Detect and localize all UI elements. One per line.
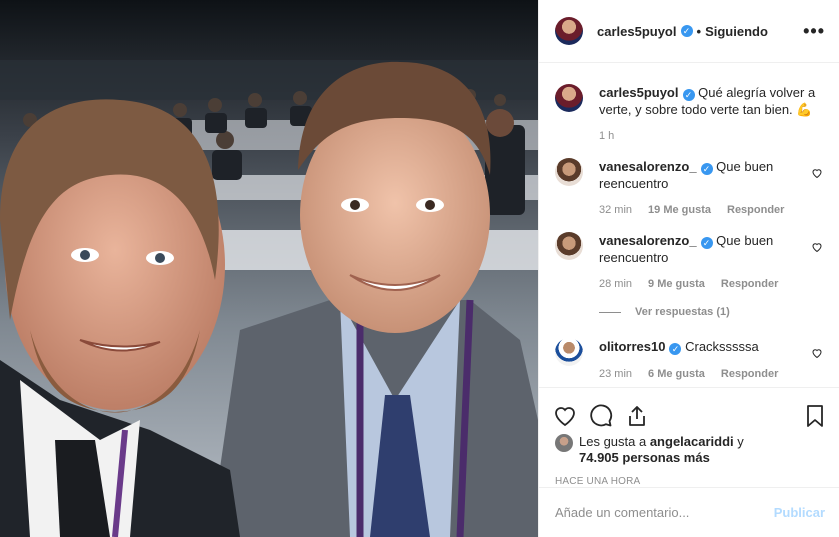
comment-meta: 28 min 9 Me gusta Responder [599, 278, 817, 290]
reply-button[interactable]: Responder [727, 204, 784, 216]
comment-meta: 23 min 6 Me gusta Responder [599, 368, 817, 380]
comments-list[interactable]: carles5puyol ✓ Qué alegría volver a verte… [539, 63, 839, 387]
like-heart-icon[interactable] [811, 241, 823, 253]
separator-dot: • [696, 23, 702, 39]
list-item: vanesalorenzo_ ✓ Que buen reencuentro 32 … [555, 158, 823, 216]
comment-username[interactable]: carles5puyol [599, 85, 679, 100]
likes-prefix: Les gusta a [579, 434, 650, 449]
likes-count-link[interactable]: 74.905 personas más [579, 450, 710, 465]
list-item: olitorres10 ✓ Cracksssssa 23 min 6 Me gus… [555, 338, 823, 380]
bookmark-icon[interactable] [803, 404, 827, 428]
post-header: carles5puyol ✓ • Siguiendo ••• [539, 0, 839, 63]
post-side-panel: carles5puyol ✓ • Siguiendo ••• carles5pu… [538, 0, 839, 537]
comment-username[interactable]: vanesalorenzo_ [599, 233, 697, 248]
divider [599, 311, 621, 313]
caption: carles5puyol ✓ Qué alegría volver a verte… [555, 84, 823, 142]
liker-username[interactable]: angelacariddi [650, 434, 734, 449]
avatar[interactable] [555, 434, 573, 452]
verified-badge-icon: ✓ [700, 237, 713, 249]
comment-likes[interactable]: 6 Me gusta [648, 368, 705, 380]
verified-badge-icon: ✓ [680, 25, 693, 37]
view-replies-button[interactable]: Ver respuestas (1) [599, 306, 823, 318]
action-bar [539, 388, 839, 434]
reply-button[interactable]: Responder [721, 278, 778, 290]
comment-meta: 32 min 19 Me gusta Responder [599, 204, 817, 216]
comment-time[interactable]: 32 min [599, 204, 632, 216]
like-heart-icon[interactable] [811, 347, 823, 359]
verified-badge-icon: ✓ [700, 163, 713, 175]
avatar[interactable] [555, 17, 583, 45]
avatar[interactable] [555, 338, 583, 366]
comment-likes[interactable]: 9 Me gusta [648, 278, 705, 290]
comment-time[interactable]: 1 h [599, 130, 614, 142]
comment-time[interactable]: 23 min [599, 368, 632, 380]
likes-summary: Les gusta a angelacariddi y 74.905 perso… [539, 434, 839, 466]
instagram-post: carles5puyol ✓ • Siguiendo ••• carles5pu… [0, 0, 839, 537]
share-icon[interactable] [625, 404, 649, 428]
comment-text: Cracksssssa [685, 339, 759, 354]
selfie-image [0, 0, 538, 537]
likes-middle: y [733, 434, 744, 449]
following-button[interactable]: Siguiendo [705, 24, 768, 39]
comment-input[interactable] [555, 505, 774, 520]
verified-badge-icon: ✓ [682, 89, 695, 101]
comment-username[interactable]: vanesalorenzo_ [599, 159, 697, 174]
like-heart-icon[interactable] [811, 167, 823, 179]
avatar[interactable] [555, 158, 583, 186]
comment-icon[interactable] [589, 404, 613, 428]
verified-badge-icon: ✓ [669, 343, 682, 355]
comment-time[interactable]: 28 min [599, 278, 632, 290]
header-username[interactable]: carles5puyol [597, 24, 677, 39]
like-heart-icon[interactable] [553, 404, 577, 428]
add-comment-bar: Publicar [539, 487, 839, 537]
more-options-icon[interactable]: ••• [803, 22, 825, 40]
publish-button[interactable]: Publicar [774, 505, 825, 520]
reply-button[interactable]: Responder [721, 368, 778, 380]
list-item: vanesalorenzo_ ✓ Que buen reencuentro 28 … [555, 232, 823, 290]
comment-meta: 1 h [599, 130, 817, 142]
post-timestamp[interactable]: HACE UNA HORA [539, 466, 839, 487]
view-replies-label: Ver respuestas (1) [635, 306, 730, 318]
avatar[interactable] [555, 232, 583, 260]
comment-likes[interactable]: 19 Me gusta [648, 204, 711, 216]
post-photo[interactable] [0, 0, 538, 537]
avatar[interactable] [555, 84, 583, 112]
comment-username[interactable]: olitorres10 [599, 339, 665, 354]
